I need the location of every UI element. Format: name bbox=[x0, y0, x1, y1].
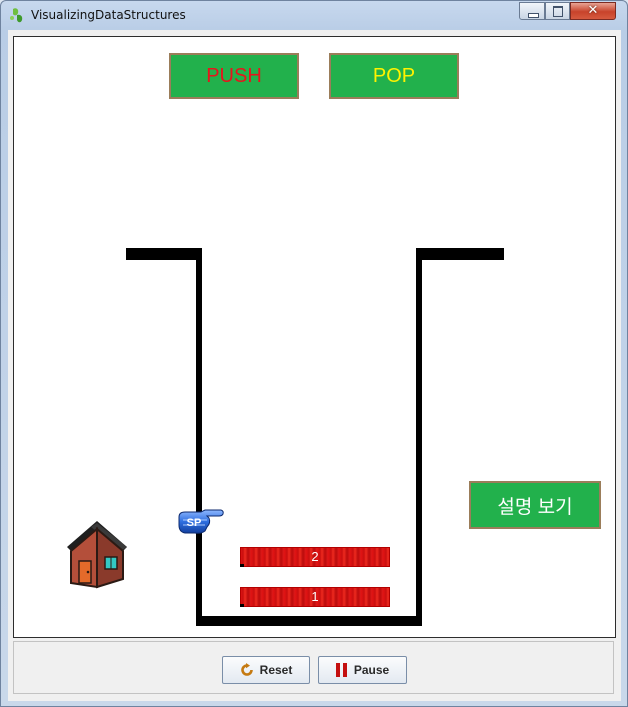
stack-item-label: 2 bbox=[311, 549, 319, 564]
stack-wall-right bbox=[416, 248, 422, 626]
pop-button[interactable]: POP bbox=[329, 53, 459, 99]
pause-button[interactable]: Pause bbox=[318, 656, 407, 684]
minimize-button[interactable] bbox=[519, 2, 545, 20]
explain-button[interactable]: 설명 보기 bbox=[469, 481, 601, 529]
stack-floor bbox=[196, 616, 422, 626]
pause-label: Pause bbox=[353, 663, 390, 677]
close-icon: ✕ bbox=[587, 3, 599, 18]
content-pane: PUSH POP 2 1 SP 설명 보기 Reset Pause bbox=[8, 30, 621, 701]
app-window: VisualizingDataStructures ✕ PUSH POP 2 1 bbox=[0, 0, 628, 707]
stack-item-label: 1 bbox=[311, 589, 319, 604]
app-icon bbox=[10, 8, 23, 23]
stack-rim-left bbox=[126, 248, 202, 260]
house-icon bbox=[67, 521, 127, 589]
reset-button[interactable]: Reset bbox=[222, 656, 310, 684]
title-bar[interactable]: VisualizingDataStructures ✕ bbox=[1, 1, 627, 29]
stack-item: 2 bbox=[240, 547, 390, 567]
close-button[interactable]: ✕ bbox=[570, 2, 616, 20]
push-button[interactable]: PUSH bbox=[169, 53, 299, 99]
reset-label: Reset bbox=[259, 663, 293, 677]
sp-label: SP bbox=[187, 517, 202, 529]
window-title: VisualizingDataStructures bbox=[31, 8, 186, 22]
control-panel: Reset Pause bbox=[13, 641, 614, 694]
stack-rim-right bbox=[416, 248, 504, 260]
maximize-button[interactable] bbox=[545, 2, 570, 20]
pause-icon bbox=[335, 663, 348, 677]
reset-icon bbox=[240, 663, 253, 676]
hand-pointer-icon: SP bbox=[178, 509, 224, 534]
stack-wall-left bbox=[196, 248, 202, 626]
stack-canvas: PUSH POP 2 1 SP 설명 보기 bbox=[13, 36, 616, 638]
stack-item: 1 bbox=[240, 587, 390, 607]
